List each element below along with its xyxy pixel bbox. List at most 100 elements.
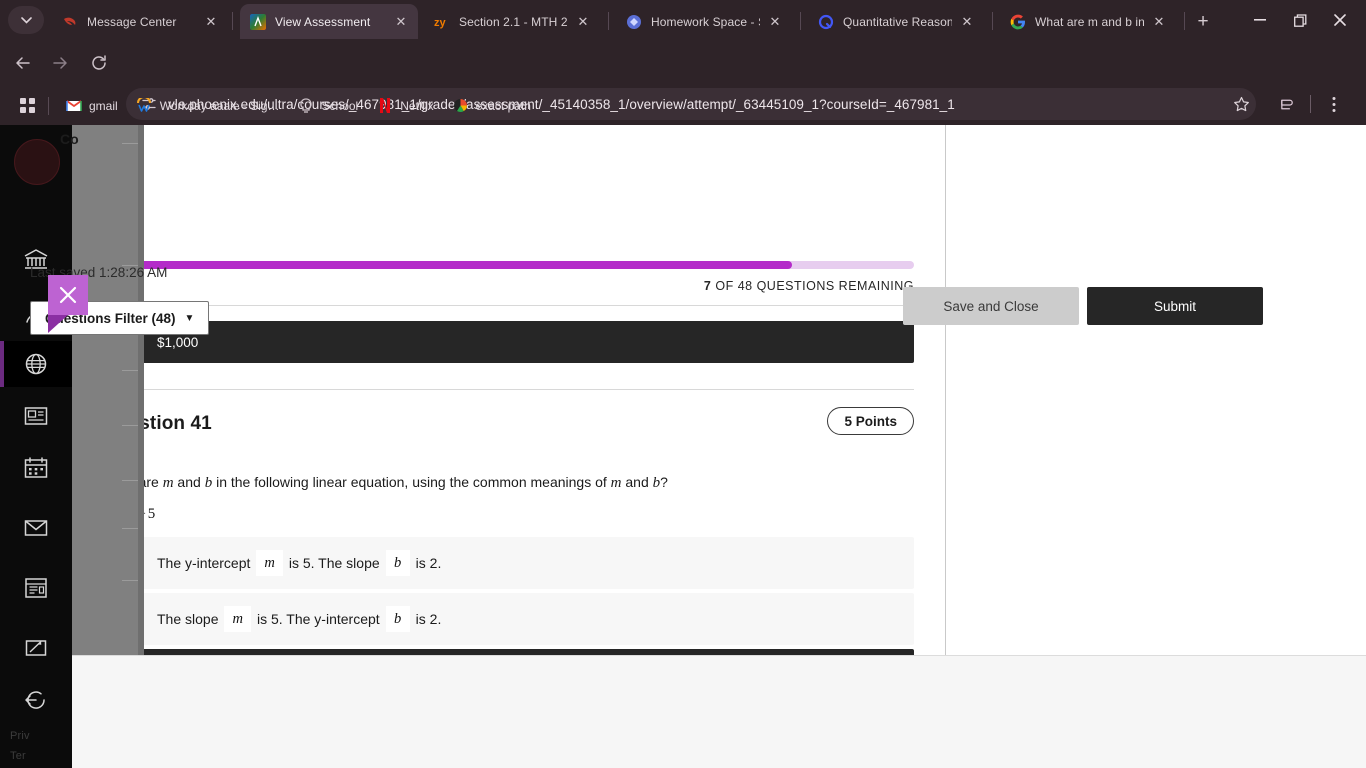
previous-question-option-d[interactable]: D $1,000 [144, 321, 914, 363]
calendar-icon [24, 457, 48, 478]
minimize-button[interactable] [1240, 4, 1280, 36]
signout-icon [25, 691, 45, 709]
browser-tab-message-center[interactable]: Message Center ✕ [52, 4, 228, 39]
option-text: $1,000 [157, 334, 199, 350]
reload-icon [92, 55, 106, 70]
course-menu-title: Co [60, 131, 79, 147]
avatar[interactable] [14, 139, 60, 185]
tab-separator [992, 12, 993, 30]
tab-search-button[interactable] [8, 6, 44, 34]
tab-close-icon[interactable]: ✕ [572, 11, 594, 33]
browser-tab-homework-space[interactable]: Homework Space - Stu ✕ [616, 4, 792, 39]
sidebar-item-grades[interactable] [0, 565, 72, 611]
answer-option-b[interactable]: B The slope m is 5. The y-intercept b is… [144, 593, 914, 645]
browser-toolbar: vle.phoenix.edu/ultra/courses/_467981_1/… [0, 40, 1366, 120]
answer-options-list: A The y-intercept m is 5. The slope b is… [144, 537, 914, 655]
option-text-pre: The slope [157, 611, 219, 627]
bookmark-gmail[interactable]: gmail [57, 93, 126, 119]
zybooks-icon: zy [434, 14, 450, 30]
close-icon [59, 286, 77, 304]
section-divider [144, 305, 914, 306]
page-title: Question 41 [144, 413, 212, 434]
browser-tab-google-search[interactable]: What are m and b in th ✕ [1000, 4, 1176, 39]
tab-close-icon[interactable]: ✕ [390, 11, 412, 33]
question-prompt: What are m and b in the following linear… [144, 474, 668, 491]
google-icon [1010, 14, 1026, 30]
sidebar-item-stream[interactable] [0, 393, 72, 439]
submit-button[interactable]: Submit [1087, 287, 1263, 325]
crimson-bird-icon [62, 14, 78, 30]
browser-tab-quantitative-reasoning[interactable]: Quantitative Reasonin ✕ [808, 4, 984, 39]
messages-icon [24, 520, 48, 536]
question-header: Question 41 5 Points [144, 407, 914, 451]
stream-icon [24, 407, 48, 425]
math-variable-box: m [256, 550, 283, 576]
netflix-icon [376, 97, 393, 114]
svg-text:zy: zy [434, 17, 447, 29]
tab-title: Homework Space - Stu [651, 14, 760, 29]
save-and-close-button[interactable]: Save and Close [903, 287, 1079, 325]
close-course-menu-button[interactable] [48, 275, 88, 315]
chevron-down-icon [20, 16, 32, 24]
minimize-icon [1254, 19, 1266, 21]
browser-window: Message Center ✕ View Assessment ✕ zy Se… [0, 0, 1366, 768]
back-button[interactable] [8, 48, 38, 78]
math-variable-box: b [385, 606, 410, 632]
question-equation: y=3x+5 [144, 506, 156, 523]
grades-icon [25, 578, 47, 598]
apps-grid-icon[interactable] [14, 93, 40, 119]
sidebar-item-messages[interactable] [0, 505, 72, 551]
gmail-icon [65, 97, 82, 114]
chevron-down-icon: ▼ [184, 312, 195, 324]
globe-icon [25, 353, 47, 375]
browser-tab-view-assessment[interactable]: View Assessment ✕ [240, 4, 418, 39]
browser-tab-section-2-1[interactable]: zy Section 2.1 - MTH 216 ✕ [424, 4, 600, 39]
exactpath-icon [452, 97, 469, 114]
bookmark-exact-path[interactable]: exact path [444, 93, 539, 119]
page-content: Priv Ter Co 7 OF 48 QUESTIONS REMAINING … [0, 125, 1366, 768]
forward-button[interactable] [45, 48, 75, 78]
reload-button[interactable] [84, 48, 114, 78]
maximize-button[interactable] [1280, 4, 1320, 36]
tab-separator [232, 12, 233, 30]
window-controls [1240, 4, 1360, 36]
tab-close-icon[interactable]: ✕ [1148, 11, 1170, 33]
tab-close-icon[interactable]: ✕ [956, 11, 978, 33]
blackboard-icon [250, 13, 266, 30]
option-text: The y-intercept m is 5. The slope b is 2… [157, 550, 441, 576]
sidebar-item-courses[interactable] [0, 341, 72, 387]
tab-title: Section 2.1 - MTH 216 [459, 14, 568, 29]
browser-chrome: Message Center ✕ View Assessment ✕ zy Se… [0, 0, 1366, 125]
progress-bar [144, 261, 914, 269]
sidebar-item-signout[interactable] [0, 677, 72, 723]
bookmarks-bar: gmail Workday aaaie - Sig… School Netfli… [0, 86, 1366, 125]
close-pin-tail [48, 315, 88, 333]
sidebar-item-tools[interactable] [0, 625, 72, 671]
tab-title: What are m and b in th [1035, 14, 1144, 29]
bookmark-school[interactable]: School [290, 93, 367, 119]
bookmark-label: School [321, 98, 359, 113]
question-body: What are m and b in the following linear… [144, 473, 914, 523]
answer-option-a[interactable]: A The y-intercept m is 5. The slope b is… [144, 537, 914, 589]
bookmark-label: exact path [475, 98, 531, 113]
bookmark-netflix[interactable]: Netflix [368, 93, 441, 119]
tab-close-icon[interactable]: ✕ [200, 11, 222, 33]
points-badge: 5 Points [827, 407, 914, 435]
tab-title: Quantitative Reasonin [843, 14, 952, 29]
tab-separator [608, 12, 609, 30]
assessment-scroll-region[interactable]: 7 OF 48 QUESTIONS REMAINING D $1,000 Que… [144, 125, 946, 655]
option-text-post: is 2. [415, 611, 442, 627]
sidebar-item-calendar[interactable] [0, 445, 72, 491]
terms-link[interactable]: Ter [10, 750, 70, 762]
option-text-pre: The y-intercept [157, 555, 251, 571]
privacy-link[interactable]: Priv [10, 730, 70, 742]
bookmark-workday[interactable]: Workday aaaie - Sig… [128, 93, 288, 119]
tab-close-icon[interactable]: ✕ [764, 11, 786, 33]
tools-icon [25, 640, 47, 656]
arrow-right-icon [53, 57, 67, 69]
remaining-label: OF 48 QUESTIONS REMAINING [715, 279, 914, 293]
bookmark-separator [48, 96, 49, 115]
close-window-button[interactable] [1320, 4, 1360, 36]
assessment-footer [72, 655, 1366, 768]
new-tab-button[interactable]: + [1190, 8, 1216, 34]
